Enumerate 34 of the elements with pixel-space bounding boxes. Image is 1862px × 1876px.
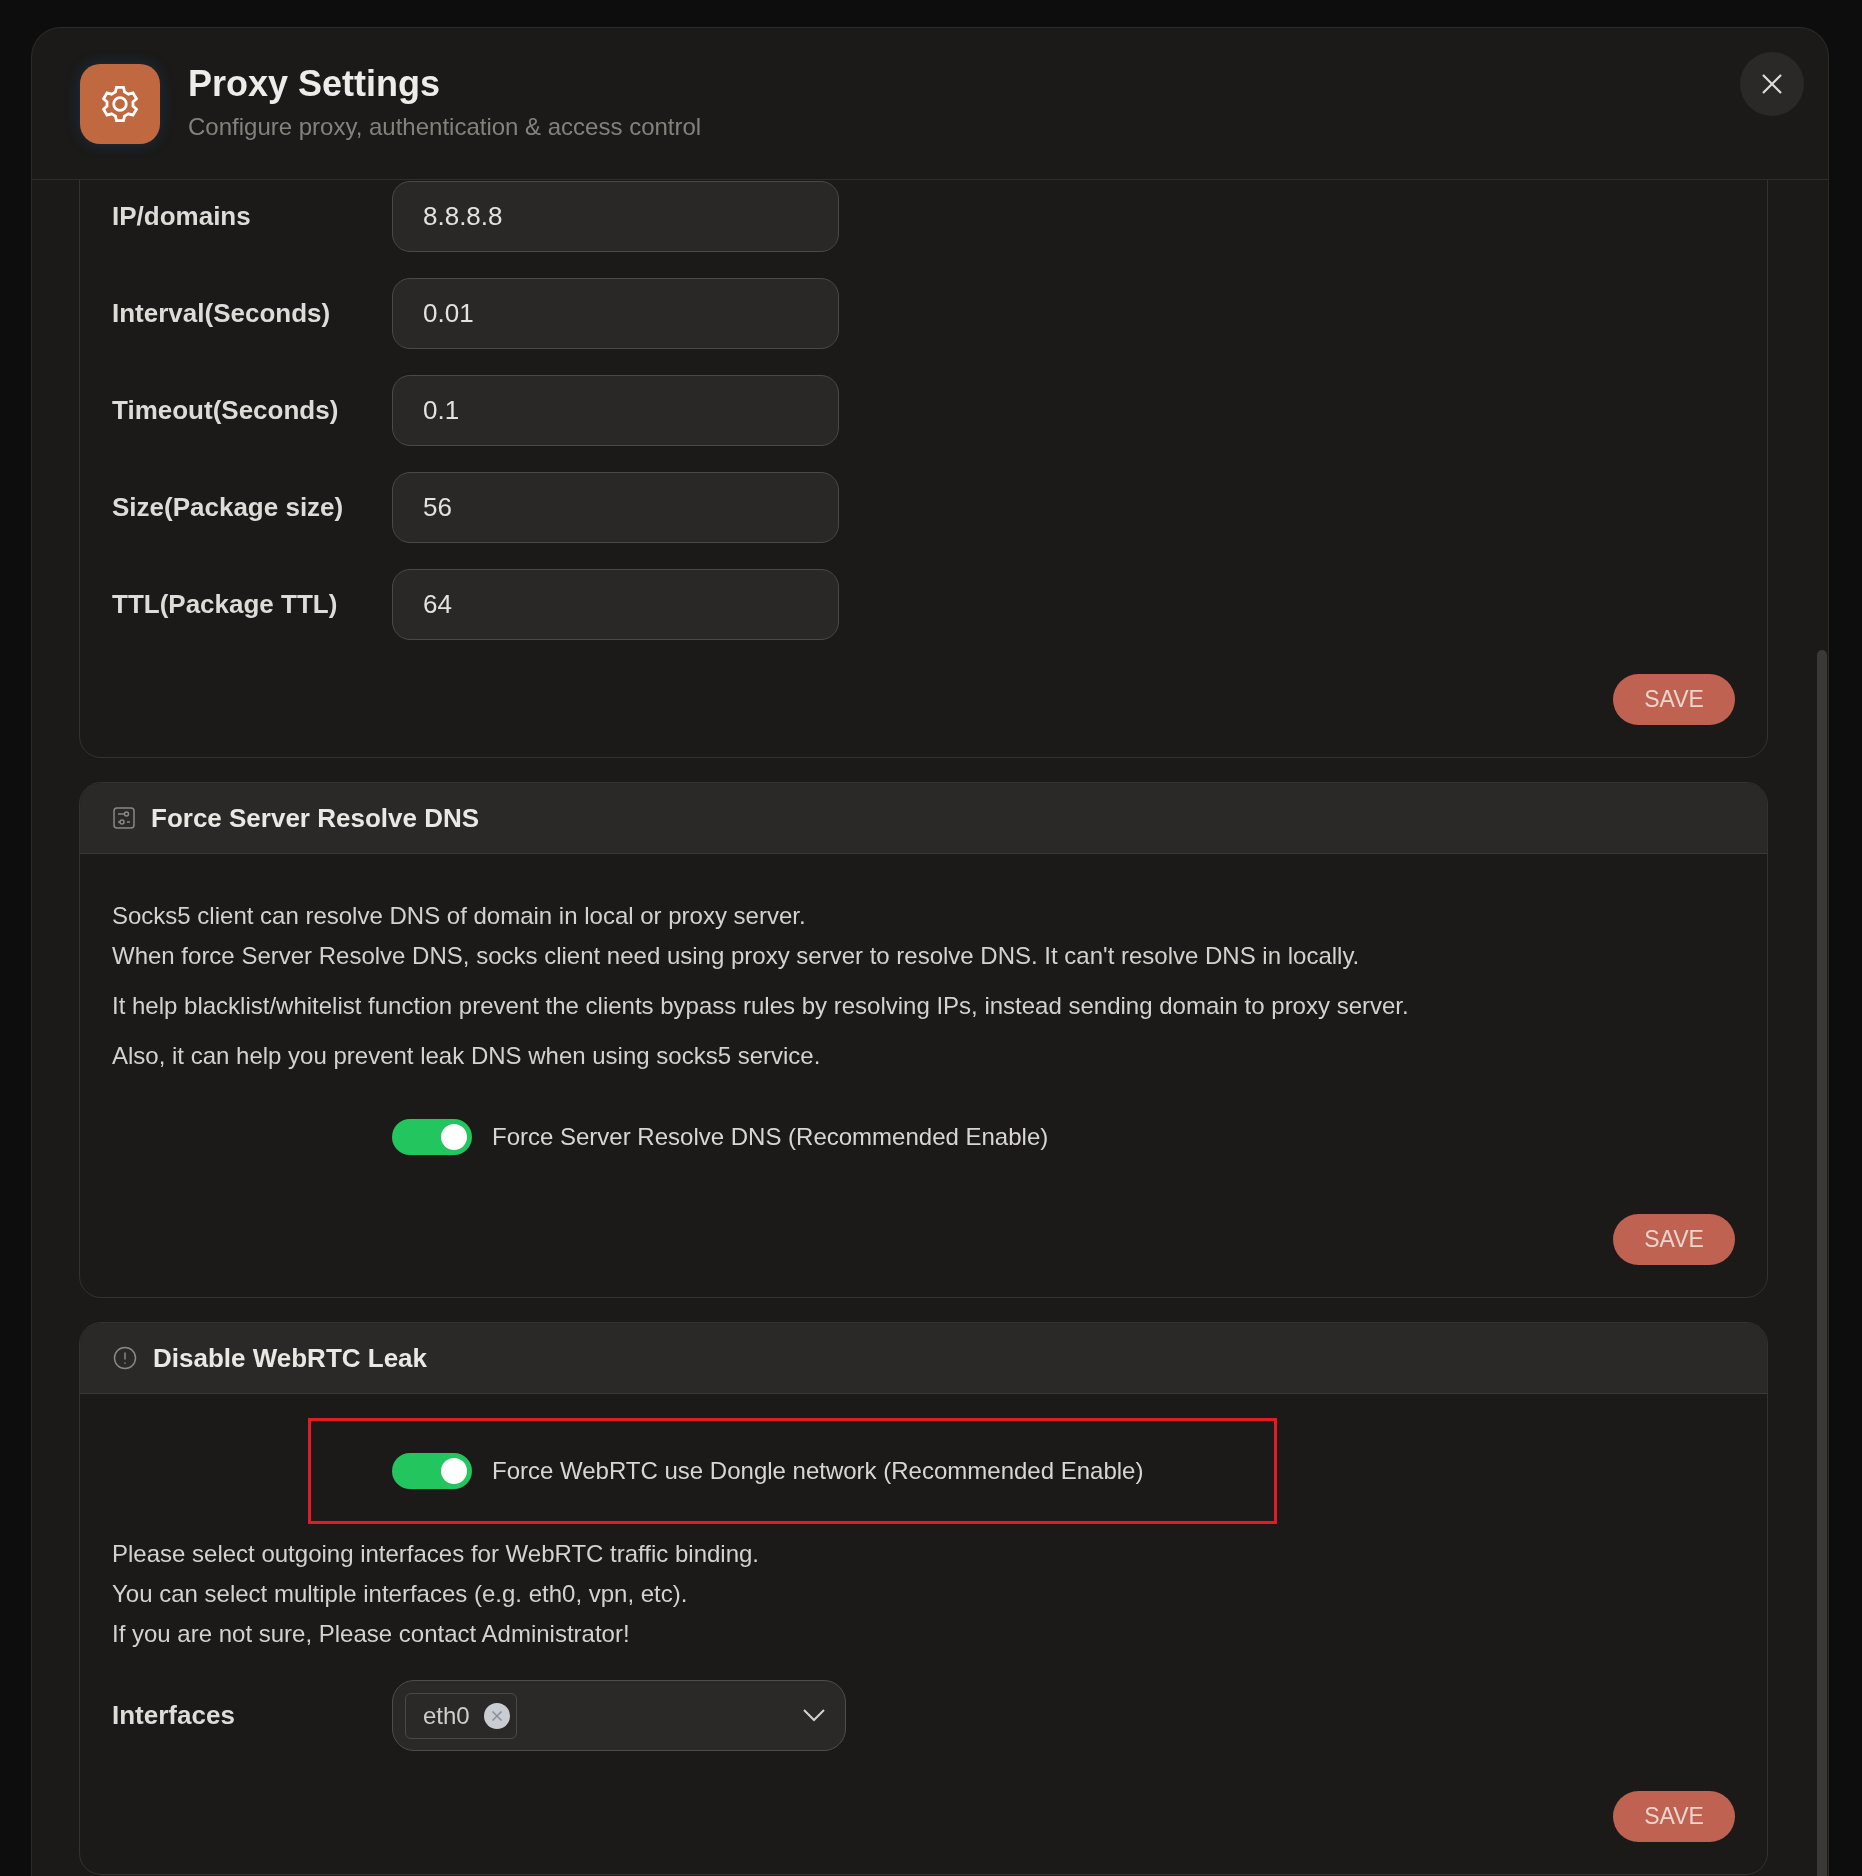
toggle-switch[interactable] xyxy=(392,1119,472,1155)
description-text: It help blacklist/whitelist function prevent the clients bypass rules by resolving IPs, instead sending domain to proxy server. xyxy=(112,991,1410,1021)
remove-tag-icon[interactable] xyxy=(483,1702,510,1729)
info-icon xyxy=(113,1346,137,1370)
input-field[interactable]: 56 xyxy=(392,472,839,543)
input-field[interactable]: 0.01 xyxy=(392,278,839,349)
field-label: TTL(Package TTL) xyxy=(112,589,339,620)
input-field[interactable]: 8.8.8.8 xyxy=(392,181,839,252)
input-field[interactable]: 0.1 xyxy=(392,375,839,446)
scrollbar[interactable] xyxy=(1817,650,1827,1876)
close-icon xyxy=(1761,73,1783,95)
tag-text: eth0 xyxy=(423,1701,470,1730)
dialog-title: Proxy Settings xyxy=(188,62,442,105)
description-text: If you are not sure, Please contact Administrator! xyxy=(112,1619,631,1649)
field-label: Interval(Seconds) xyxy=(112,298,332,329)
chevron-down-icon xyxy=(803,1709,825,1722)
toggle-label: Force Server Resolve DNS (Recommended Enable) xyxy=(492,1123,1049,1151)
field-label: Interfaces xyxy=(112,1700,236,1731)
section-title: Disable WebRTC Leak xyxy=(153,1342,428,1374)
section-title: Force Server Resolve DNS xyxy=(151,802,480,834)
description-text: Also, it can help you prevent leak DNS when using socks5 service. xyxy=(112,1041,822,1071)
sliders-icon xyxy=(113,807,135,829)
description-text: You can select multiple interfaces (e.g. eth0, vpn, etc). xyxy=(112,1579,689,1609)
description-text: Socks5 client can resolve DNS of domain in local or proxy server. When force Server Resolve DNS, socks client need using proxy server to resolve DNS. It can't resolve DNS in locally. xyxy=(112,901,1361,971)
gear-icon xyxy=(80,63,160,144)
input-field[interactable]: 64 xyxy=(392,569,839,640)
toggle-label: Force WebRTC use Dongle network (Recommended Enable) xyxy=(492,1457,1144,1485)
description-text: Please select outgoing interfaces for WebRTC traffic binding. xyxy=(112,1539,760,1569)
field-label: Timeout(Seconds) xyxy=(112,395,340,426)
interfaces-select[interactable]: eth0 xyxy=(392,1680,846,1751)
field-label: Size(Package size) xyxy=(112,492,345,523)
dialog-subtitle: Configure proxy, authentication & access control xyxy=(188,112,702,141)
toggle-switch[interactable] xyxy=(392,1453,472,1489)
field-label: IP/domains xyxy=(112,201,252,232)
